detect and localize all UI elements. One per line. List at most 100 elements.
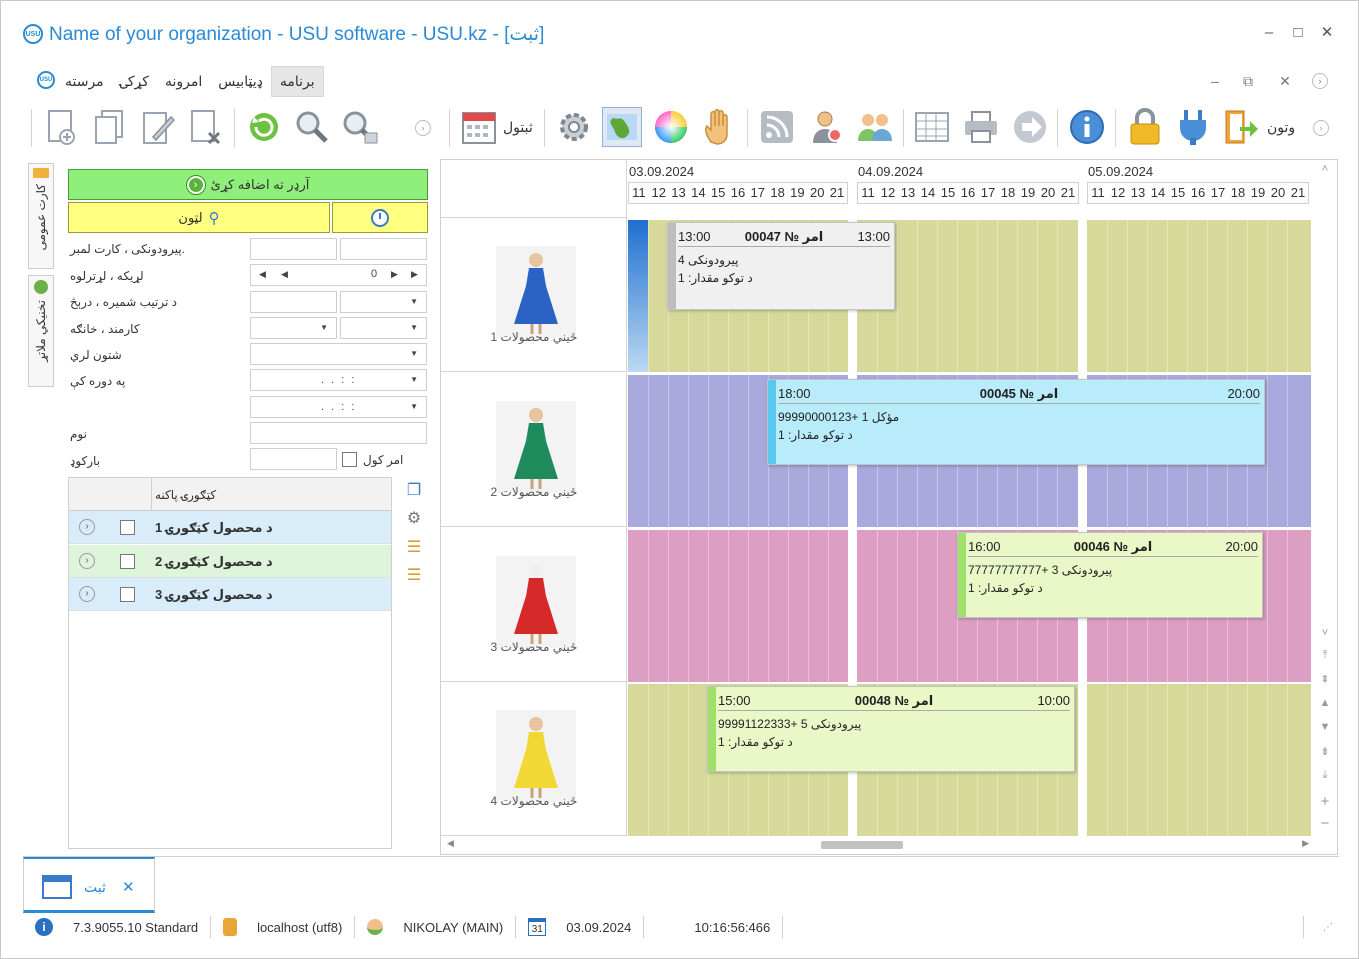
grid-settings-icon[interactable]: ⚙ — [403, 508, 425, 530]
order-event[interactable]: 15:00 امر № 00048 10:00 پیرودونکی 5 +999911… — [707, 686, 1075, 772]
department-dropdown[interactable] — [340, 317, 427, 339]
period-from-field[interactable]: . . : : — [250, 369, 427, 391]
scroll-down-icon[interactable]: ˅ — [1318, 627, 1332, 643]
category-row[interactable]: › د محصول کټګورۍ 3 — [69, 578, 391, 611]
exit-icon[interactable] — [1221, 107, 1261, 147]
last-arrow-icon[interactable]: ▶ — [411, 269, 418, 280]
resize-grip-icon[interactable]: ⋰ — [1323, 922, 1333, 933]
edit-document-icon[interactable] — [138, 107, 178, 147]
order-event[interactable]: 13:00 امر № 00047 13:00 پیرودونکی 4 د توکو م… — [667, 222, 895, 310]
copy-document-icon[interactable] — [89, 107, 129, 147]
order-event[interactable]: 18:00 امر № 00045 20:00 مؤکل 1 +99990000123… — [767, 379, 1265, 465]
day-cell[interactable] — [628, 530, 850, 682]
category-checkbox[interactable] — [120, 587, 135, 602]
customer-field-1[interactable] — [250, 238, 337, 260]
category-row[interactable]: › د محصول کټګورۍ 1 — [69, 511, 391, 544]
add-record-icon[interactable]: + — [1318, 793, 1332, 810]
clock-button[interactable] — [332, 202, 428, 233]
menu-chevron-icon[interactable]: › — [1312, 73, 1328, 89]
order-event[interactable]: 16:00 امر № 00046 20:00 پیرودونکی 3 +777777… — [957, 532, 1263, 618]
minimize-button[interactable]: – — [1259, 23, 1279, 43]
range-spinner[interactable]: ◀ ◀ 0 ▶ ▶ — [250, 264, 427, 286]
refresh-icon[interactable] — [244, 107, 284, 147]
page-down-icon[interactable]: ⇟ — [1318, 745, 1332, 761]
user-manager-icon[interactable] — [807, 107, 847, 147]
menu-database[interactable]: ډیټابیس — [210, 67, 271, 96]
close-button[interactable]: ✕ — [1317, 23, 1337, 43]
tab-close-icon[interactable]: ✕ — [122, 878, 135, 896]
next-record-icon[interactable]: ▼ — [1318, 721, 1332, 737]
employee-dropdown[interactable] — [250, 317, 337, 339]
expand-icon[interactable]: › — [79, 519, 95, 535]
color-wheel-icon[interactable] — [651, 107, 691, 147]
barcode-field[interactable] — [250, 448, 337, 470]
mdi-restore-button[interactable]: ⧉ — [1238, 71, 1258, 91]
degree-dropdown[interactable] — [340, 291, 427, 313]
order-checkbox[interactable] — [342, 452, 357, 467]
add-order-button[interactable]: آرډر ته اضافه کړئ ‹ — [68, 169, 428, 200]
page-up-icon[interactable]: ⇞ — [1318, 673, 1332, 689]
advanced-search-icon[interactable] — [340, 107, 380, 147]
hour-label: 14 — [691, 185, 706, 200]
expand-tree-icon[interactable]: ☰ — [403, 537, 425, 559]
customer-field-2[interactable] — [340, 238, 427, 260]
info-icon[interactable] — [1067, 107, 1107, 147]
category-column-header[interactable]: کټګورۍ پاکنه — [155, 488, 216, 502]
scroll-left-icon[interactable]: ◀ — [447, 838, 454, 849]
schedule-label[interactable]: ثبتول — [503, 119, 533, 136]
collapse-tree-icon[interactable]: ☰ — [403, 565, 425, 587]
plugin-icon[interactable] — [1173, 107, 1213, 147]
menu-program[interactable]: برنامه — [270, 65, 324, 97]
scroll-up-icon[interactable]: ˄ — [1318, 163, 1332, 179]
remove-record-icon[interactable]: − — [1318, 815, 1332, 832]
print-icon[interactable] — [961, 107, 1001, 147]
search-icon[interactable] — [292, 107, 332, 147]
side-tab-general-card[interactable]: کارت عمومی — [28, 163, 54, 269]
next-arrow-icon[interactable]: ▶ — [391, 269, 398, 280]
map-icon[interactable] — [602, 107, 642, 147]
rss-icon[interactable] — [757, 107, 797, 147]
document-tab-registration[interactable]: ثبت ✕ — [23, 857, 155, 913]
users-group-icon[interactable] — [855, 107, 895, 147]
menu-commands[interactable]: امرونه — [157, 67, 210, 96]
mdi-close-button[interactable]: ✕ — [1275, 71, 1295, 91]
toolbar-chevron-icon[interactable]: › — [415, 120, 431, 136]
prev-arrow-icon[interactable]: ◀ — [281, 269, 288, 280]
vertical-scroll[interactable]: ˄ ˅ ⤒ ⇞ ▲ ▼ ⇟ ⤓ + − — [1315, 161, 1335, 851]
available-dropdown[interactable] — [250, 343, 427, 365]
lock-icon[interactable] — [1125, 107, 1165, 147]
delete-document-icon[interactable] — [186, 107, 226, 147]
scroll-thumb[interactable] — [821, 841, 903, 849]
category-row[interactable]: › د محصول کټګورۍ 2 — [69, 545, 391, 578]
maximize-button[interactable]: □ — [1288, 23, 1308, 43]
exit-label[interactable]: وتون — [1267, 119, 1295, 136]
name-field[interactable] — [250, 422, 427, 444]
expand-icon[interactable]: › — [79, 553, 95, 569]
last-record-icon[interactable]: ⤓ — [1318, 769, 1332, 785]
table-icon[interactable] — [912, 107, 952, 147]
forward-icon[interactable] — [1010, 107, 1050, 147]
period-to-field[interactable]: . . : : — [250, 396, 427, 418]
scroll-right-icon[interactable]: ▶ — [1302, 838, 1309, 849]
toolbar-end-chevron-icon[interactable]: › — [1313, 120, 1329, 136]
add-document-icon[interactable] — [41, 107, 81, 147]
calendar-icon[interactable] — [459, 107, 499, 147]
menu-help[interactable]: مرسته — [57, 67, 112, 96]
category-checkbox[interactable] — [120, 520, 135, 535]
expand-icon[interactable]: › — [79, 586, 95, 602]
category-checkbox[interactable] — [120, 554, 135, 569]
horizontal-scroll[interactable]: ◀ ▶ — [441, 837, 1315, 853]
day-cell[interactable] — [1087, 684, 1311, 836]
copy-grid-icon[interactable]: ❐ — [403, 480, 425, 502]
prev-record-icon[interactable]: ▲ — [1318, 697, 1332, 713]
menu-window[interactable]: کړکۍ — [112, 67, 157, 96]
settings-icon[interactable] — [554, 107, 594, 147]
first-record-icon[interactable]: ⤒ — [1318, 649, 1332, 665]
mdi-minimize-button[interactable]: – — [1205, 71, 1225, 91]
first-arrow-icon[interactable]: ◀ — [259, 269, 266, 280]
search-button[interactable]: لټون ⚲ — [68, 202, 330, 233]
day-cell[interactable] — [1087, 220, 1311, 372]
side-tab-tech-support[interactable]: تخنیکي ملاتړ — [28, 275, 54, 387]
hand-icon[interactable] — [699, 107, 739, 147]
sequence-field[interactable] — [250, 291, 337, 313]
